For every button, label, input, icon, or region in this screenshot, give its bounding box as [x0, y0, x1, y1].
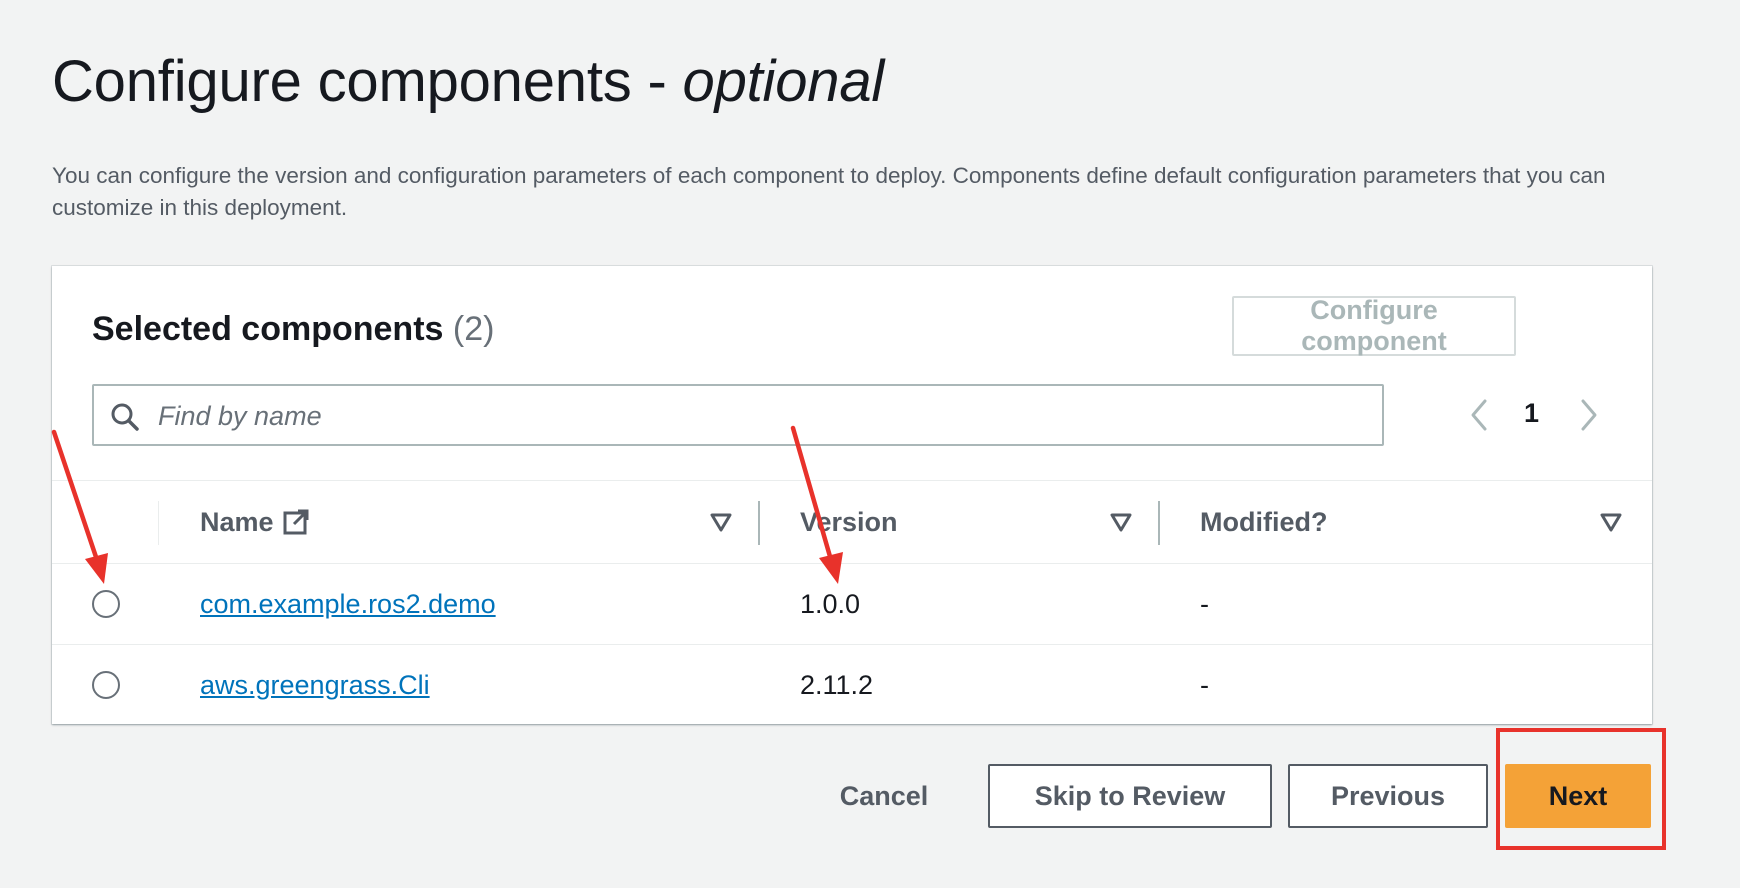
component-modified-cell: -: [1200, 669, 1209, 700]
panel-heading: Selected components (2): [92, 310, 494, 349]
sort-modified-icon[interactable]: [1600, 511, 1622, 533]
skip-to-review-button[interactable]: Skip to Review: [988, 764, 1272, 828]
sort-name-icon[interactable]: [710, 511, 732, 533]
page-description: You can configure the version and config…: [52, 163, 1606, 220]
component-name-link[interactable]: aws.greengrass.Cli: [200, 670, 430, 701]
panel-heading-text: Selected components: [92, 310, 444, 348]
annotation-highlight-box: [1496, 728, 1666, 850]
component-name-link[interactable]: com.example.ros2.demo: [200, 589, 496, 620]
column-divider: [758, 501, 760, 545]
page-title-optional: optional: [682, 49, 885, 114]
configure-component-button[interactable]: Configure component: [1232, 295, 1516, 356]
wizard-actions: Cancel Skip to Review Previous Next: [0, 764, 1740, 828]
column-header-name-label: Name: [200, 506, 274, 537]
previous-button[interactable]: Previous: [1288, 764, 1488, 828]
component-version-cell: 1.0.0: [800, 588, 861, 619]
previous-page-icon[interactable]: [1462, 398, 1496, 432]
column-header-name[interactable]: Name: [200, 481, 310, 563]
column-divider: [1158, 501, 1160, 545]
search-icon: [111, 403, 139, 431]
sort-version-icon[interactable]: [1110, 511, 1132, 533]
pagination: 1: [1462, 392, 1612, 438]
table-row[interactable]: com.example.ros2.demo 1.0.0 -: [52, 564, 1652, 645]
search-input[interactable]: [156, 392, 1360, 440]
component-version-cell: 2.11.2: [800, 669, 874, 700]
column-header-version[interactable]: Version: [800, 481, 898, 563]
component-modified-cell: -: [1200, 588, 1209, 619]
cancel-button[interactable]: Cancel: [822, 764, 946, 828]
row-select-radio[interactable]: [92, 671, 120, 699]
column-header-version-label: Version: [800, 506, 898, 537]
next-page-icon[interactable]: [1572, 398, 1606, 432]
component-count: (2): [452, 310, 495, 348]
table-row[interactable]: aws.greengrass.Cli 2.11.2 -: [52, 645, 1652, 725]
column-divider: [158, 501, 159, 545]
external-link-icon: [283, 509, 309, 535]
row-select-radio[interactable]: [92, 590, 120, 618]
column-header-modified[interactable]: Modified?: [1200, 481, 1327, 563]
component-name-cell: com.example.ros2.demo: [200, 564, 496, 644]
components-table: Name Version Modified? com.example.ros2.…: [52, 480, 1652, 725]
column-header-modified-label: Modified?: [1200, 506, 1328, 537]
page-title-text: Configure components -: [52, 49, 683, 114]
current-page-number[interactable]: 1: [1524, 398, 1539, 429]
search-field[interactable]: [92, 384, 1384, 446]
page-title: Configure components - optional: [52, 48, 884, 115]
selected-components-panel: Selected components (2) Configure compon…: [52, 266, 1652, 724]
component-name-cell: aws.greengrass.Cli: [200, 645, 430, 725]
table-header: Name Version Modified?: [52, 480, 1652, 564]
